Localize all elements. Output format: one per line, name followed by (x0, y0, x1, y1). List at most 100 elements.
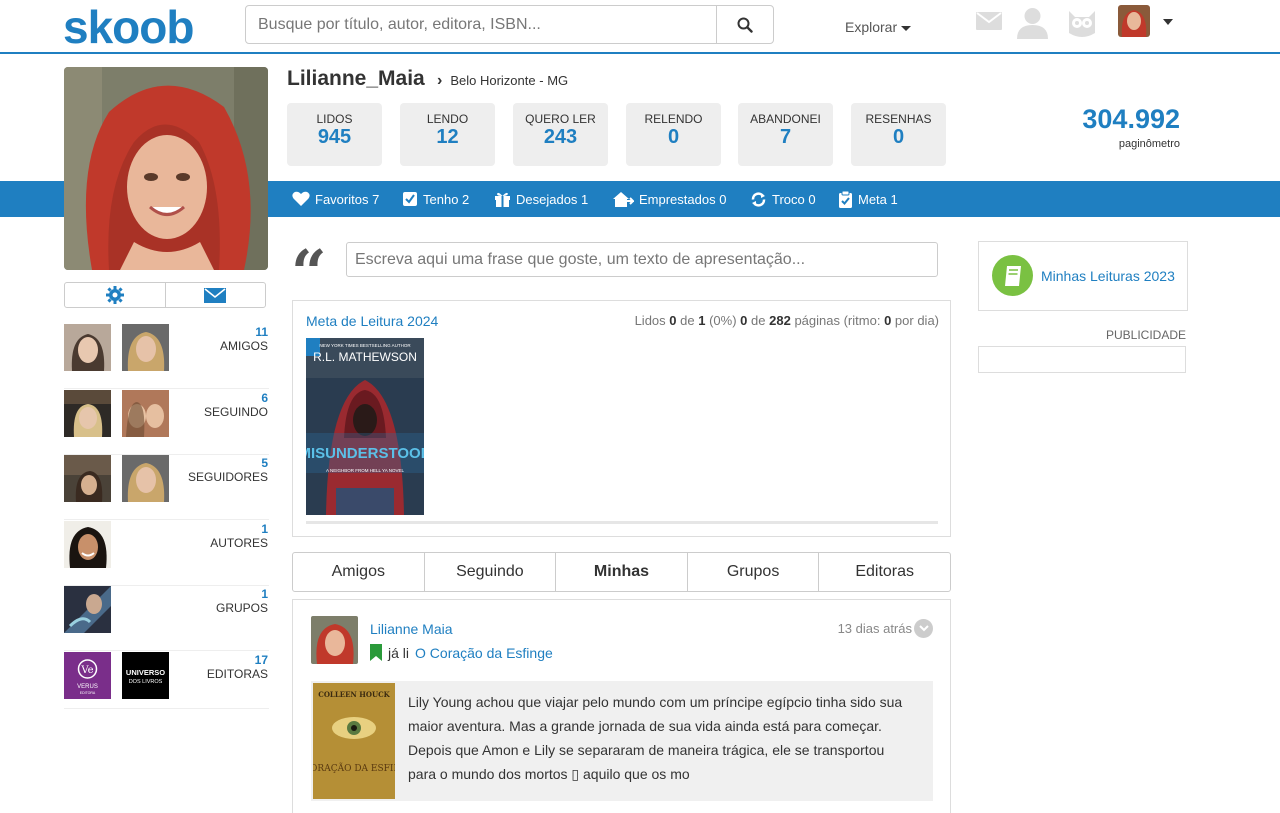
social-count: 1 (261, 587, 268, 601)
skoob-logo[interactable]: skoob (63, 0, 194, 54)
minhas-leituras-widget[interactable]: Minhas Leituras 2023 (978, 241, 1188, 311)
minhas-leituras-label: Minhas Leituras 2023 (1041, 268, 1175, 284)
social-row-amigos[interactable]: 11 AMIGOS (64, 324, 269, 389)
search-button[interactable] (716, 6, 773, 43)
feed-options-button[interactable] (914, 619, 933, 638)
tab-editoras[interactable]: Editoras (819, 553, 950, 591)
shelf-label: Emprestados 0 (639, 191, 727, 207)
tab-minhas[interactable]: Minhas (556, 553, 688, 591)
settings-button[interactable] (65, 283, 166, 307)
activity-tabs: Amigos Seguindo Minhas Grupos Editoras (292, 552, 951, 592)
author-avatar[interactable] (64, 521, 111, 568)
explorar-label: Explorar (845, 19, 898, 35)
svg-text:NEW YORK TIMES BESTSELLING AUT: NEW YORK TIMES BESTSELLING AUTHOR (319, 343, 411, 348)
book-cover-misunderstood[interactable]: NEW YORK TIMES BESTSELLING AUTHOR R.L. M… (306, 338, 424, 515)
social-row-autores[interactable]: 1 AUTORES (64, 521, 269, 586)
social-label[interactable]: SEGUINDO (204, 405, 268, 419)
svg-text:MISUNDERSTOOD: MISUNDERSTOOD (306, 445, 424, 462)
reading-goal-title[interactable]: Meta de Leitura 2024 (306, 313, 438, 329)
social-label[interactable]: AUTORES (210, 536, 268, 550)
svg-text:Ve: Ve (80, 665, 93, 676)
feed-book-synopsis: Lily Young achou que viajar pelo mundo c… (408, 694, 903, 782)
user-silhouette-icon[interactable] (1016, 6, 1049, 39)
stat-lidos[interactable]: LIDOS 945 (287, 103, 382, 166)
shelf-tenho[interactable]: Tenho 2 (402, 181, 469, 217)
quote-icon: “ (291, 236, 327, 309)
shelf-label: Meta 1 (858, 191, 898, 207)
profile-action-bar (64, 282, 266, 308)
owl-icon[interactable] (1067, 7, 1097, 39)
stat-abandonei[interactable]: ABANDONEI 7 (738, 103, 833, 166)
shelf-label: Tenho 2 (423, 191, 470, 207)
social-row-editoras[interactable]: Ve VERUS EDITORA UNIVERSO DOS LIVROS 17 EDI… (64, 652, 269, 709)
social-label[interactable]: AMIGOS (220, 339, 268, 353)
ad-slot (978, 346, 1186, 373)
svg-text:DOS LIVROS: DOS LIVROS (129, 679, 163, 685)
profile-username[interactable]: Lilianne_Maia (287, 67, 425, 91)
chevron-down-icon (901, 25, 912, 31)
shelf-emprestados[interactable]: Emprestados 0 (612, 181, 726, 217)
exchange-icon (751, 191, 766, 207)
shelf-label: Desejados 1 (516, 191, 589, 207)
stat-relendo[interactable]: RELENDO 0 (626, 103, 721, 166)
search-input[interactable] (246, 6, 716, 43)
social-row-grupos[interactable]: 1 GRUPOS (64, 586, 269, 651)
heart-icon (292, 191, 310, 206)
envelope-icon[interactable] (976, 12, 1002, 30)
social-count: 17 (254, 653, 268, 667)
social-label[interactable]: GRUPOS (216, 601, 268, 615)
friend-avatar[interactable] (122, 324, 169, 371)
stat-label: RELENDO (644, 112, 703, 126)
stat-label: RESENHAS (865, 112, 932, 126)
chevron-down-icon[interactable] (1163, 19, 1173, 25)
shelf-troco[interactable]: Troco 0 (750, 181, 816, 217)
social-label[interactable]: SEGUIDORES (188, 470, 268, 484)
shelf-desejados[interactable]: Desejados 1 (494, 181, 588, 217)
feed-username[interactable]: Lilianne Maia (370, 621, 453, 637)
following-avatar[interactable] (64, 390, 111, 437)
clipboard-icon (839, 190, 852, 208)
stat-value: 0 (892, 126, 905, 148)
user-avatar[interactable] (1118, 5, 1150, 37)
tab-amigos[interactable]: Amigos (293, 553, 425, 591)
feed-book-card: COLLEEN HOUCK O CORAÇÃO DA ESFINGE Lily … (311, 681, 933, 801)
group-avatar[interactable] (64, 586, 111, 633)
bio-quote-input[interactable] (346, 242, 938, 277)
svg-text:UNIVERSO: UNIVERSO (126, 668, 165, 677)
stat-quero-ler[interactable]: QUERO LER 243 (513, 103, 608, 166)
feed-user-avatar[interactable] (311, 616, 358, 664)
svg-text:A NEIGHBOR FROM HELL YA NOVEL: A NEIGHBOR FROM HELL YA NOVEL (326, 468, 404, 473)
location-city: Belo Horizonte (450, 73, 536, 88)
feed-book-link[interactable]: O Coração da Esfinge (415, 645, 553, 661)
message-button[interactable] (166, 283, 266, 307)
book-cover-coracao-esfinge[interactable]: COLLEEN HOUCK O CORAÇÃO DA ESFINGE (313, 683, 395, 799)
friend-avatar[interactable] (64, 324, 111, 371)
chevron-right-icon: › (437, 72, 443, 89)
follower-avatar[interactable] (64, 455, 111, 502)
tab-grupos[interactable]: Grupos (688, 553, 820, 591)
following-avatar[interactable] (122, 390, 169, 437)
follower-avatar[interactable] (122, 455, 169, 502)
paginometro-label: paginômetro (1118, 138, 1180, 150)
publisher-logo-universo[interactable]: UNIVERSO DOS LIVROS (122, 652, 169, 699)
envelope-icon (204, 287, 227, 303)
feed-action: já li O Coração da Esfinge (370, 644, 553, 661)
tab-seguindo[interactable]: Seguindo (425, 553, 557, 591)
shelf-meta[interactable]: Meta 1 (838, 181, 898, 217)
stat-value: 243 (543, 126, 578, 148)
shelf-favoritos[interactable]: Favoritos 7 (292, 181, 379, 217)
svg-text:O CORAÇÃO DA ESFINGE: O CORAÇÃO DA ESFINGE (313, 762, 395, 774)
explorar-menu[interactable]: Explorar (845, 19, 912, 35)
social-row-seguidores[interactable]: 5 SEGUIDORES (64, 455, 269, 520)
svg-text:COLLEEN HOUCK: COLLEEN HOUCK (318, 690, 390, 699)
stat-resenhas[interactable]: RESENHAS 0 (851, 103, 946, 166)
stat-lendo[interactable]: LENDO 12 (400, 103, 495, 166)
stat-value: 0 (667, 126, 680, 148)
profile-photo[interactable] (64, 67, 268, 270)
publisher-logo-verus[interactable]: Ve VERUS EDITORA (64, 652, 111, 699)
social-row-seguindo[interactable]: 6 SEGUINDO (64, 390, 269, 455)
social-label[interactable]: EDITORAS (207, 667, 268, 681)
social-count: 6 (261, 391, 268, 405)
social-count: 5 (261, 456, 268, 470)
chevron-down-icon (918, 625, 929, 632)
